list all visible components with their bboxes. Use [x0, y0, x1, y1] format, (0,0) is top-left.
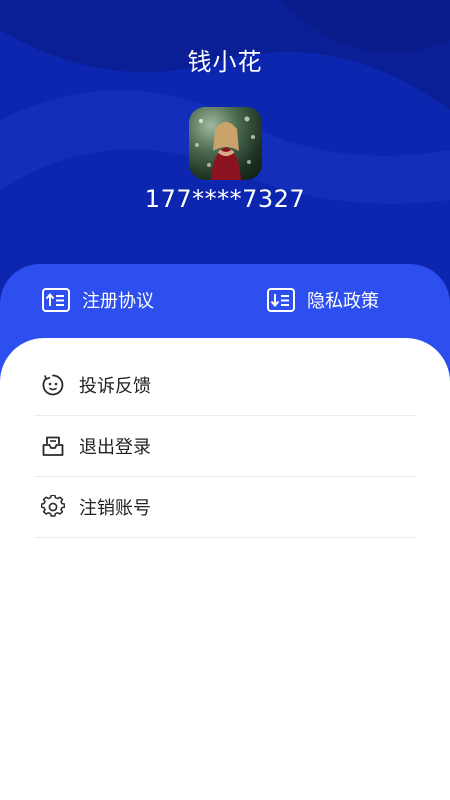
upload-list-icon — [42, 288, 70, 312]
menu-item-delete-account[interactable]: 注销账号 — [34, 477, 416, 538]
profile-screen: 钱小花 177****7327 注册协议 隐私政策 投诉反馈 退出登录 注销账号 — [0, 0, 450, 800]
register-agreement-link[interactable]: 注册协议 — [42, 286, 154, 314]
mailbox-logout-icon — [41, 434, 65, 458]
privacy-policy-link[interactable]: 隐私政策 — [267, 286, 379, 314]
avatar[interactable] — [189, 107, 262, 180]
face-smile-icon — [41, 373, 65, 397]
menu-item-delete-account-label: 注销账号 — [79, 498, 151, 519]
download-list-icon — [267, 288, 295, 312]
avatar-photo — [195, 116, 255, 180]
menu-item-feedback[interactable]: 投诉反馈 — [34, 355, 416, 416]
gear-icon — [40, 494, 66, 519]
user-name: 钱小花 — [187, 48, 263, 76]
menu-item-logout[interactable]: 退出登录 — [34, 416, 416, 477]
settings-menu: 投诉反馈 退出登录 注销账号 — [34, 355, 416, 538]
menu-item-logout-label: 退出登录 — [79, 437, 151, 458]
register-agreement-label: 注册协议 — [82, 291, 154, 312]
phone-number: 177****7327 — [144, 185, 306, 213]
menu-sheet: 投诉反馈 退出登录 注销账号 — [0, 338, 450, 800]
privacy-policy-label: 隐私政策 — [307, 291, 379, 312]
menu-item-feedback-label: 投诉反馈 — [79, 376, 151, 397]
